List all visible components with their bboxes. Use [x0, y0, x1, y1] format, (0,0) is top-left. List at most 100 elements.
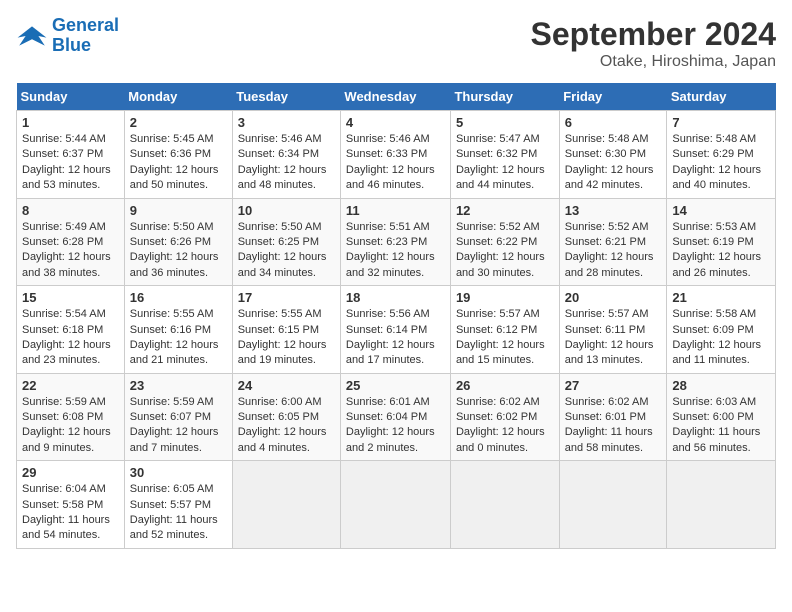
day-info: Sunrise: 5:49 AM Sunset: 6:28 PM Dayligh… — [22, 220, 119, 282]
week-row-4: 22 Sunrise: 5:59 AM Sunset: 6:08 PM Dayli… — [17, 373, 776, 461]
logo-line1: General — [52, 15, 119, 35]
day-number: 27 — [565, 378, 662, 393]
day-number: 22 — [22, 378, 119, 393]
day-cell: 28 Sunrise: 6:03 AM Sunset: 6:00 PM Dayli… — [667, 373, 776, 461]
day-number: 19 — [456, 290, 554, 305]
day-info: Sunrise: 5:52 AM Sunset: 6:22 PM Dayligh… — [456, 220, 554, 282]
day-cell: 8Sunrise: 5:49 AM Sunset: 6:28 PM Daylig… — [17, 198, 125, 286]
day-number: 14 — [672, 203, 770, 218]
day-info: Sunrise: 5:48 AM Sunset: 6:30 PM Dayligh… — [565, 132, 662, 194]
day-cell: 9 Sunrise: 5:50 AM Sunset: 6:26 PM Daylig… — [124, 198, 232, 286]
day-cell: 22 Sunrise: 5:59 AM Sunset: 6:08 PM Dayli… — [17, 373, 125, 461]
day-info: Sunrise: 5:59 AM Sunset: 6:08 PM Dayligh… — [22, 395, 119, 457]
day-info: Sunrise: 5:59 AM Sunset: 6:07 PM Dayligh… — [130, 395, 227, 457]
day-cell: 20 Sunrise: 5:57 AM Sunset: 6:11 PM Dayli… — [559, 286, 667, 374]
day-cell: 2Sunrise: 5:45 AM Sunset: 6:36 PM Daylig… — [124, 111, 232, 199]
day-number: 28 — [672, 378, 770, 393]
weekday-thursday: Thursday — [450, 83, 559, 111]
day-cell: 11Sunrise: 5:51 AM Sunset: 6:23 PM Dayli… — [340, 198, 450, 286]
day-info: Sunrise: 6:01 AM Sunset: 6:04 PM Dayligh… — [346, 395, 445, 457]
day-number: 18 — [346, 290, 445, 305]
day-cell: 10 Sunrise: 5:50 AM Sunset: 6:25 PM Dayli… — [232, 198, 340, 286]
day-cell: 4Sunrise: 5:46 AM Sunset: 6:33 PM Daylig… — [340, 111, 450, 199]
month-title: September 2024 — [531, 16, 776, 53]
day-number: 20 — [565, 290, 662, 305]
logo-line2: Blue — [52, 35, 91, 55]
day-cell: 1 Sunrise: 5:44 AM Sunset: 6:37 PM Daylig… — [17, 111, 125, 199]
day-number: 3 — [238, 115, 335, 130]
day-info: Sunrise: 6:02 AM Sunset: 6:01 PM Dayligh… — [565, 395, 662, 457]
day-cell: 26 Sunrise: 6:02 AM Sunset: 6:02 PM Dayli… — [450, 373, 559, 461]
day-cell: 30 Sunrise: 6:05 AM Sunset: 5:57 PM Dayli… — [124, 461, 232, 549]
day-number: 29 — [22, 465, 119, 480]
day-number: 21 — [672, 290, 770, 305]
day-info: Sunrise: 5:54 AM Sunset: 6:18 PM Dayligh… — [22, 307, 119, 369]
day-cell: 6Sunrise: 5:48 AM Sunset: 6:30 PM Daylig… — [559, 111, 667, 199]
day-cell: 21Sunrise: 5:58 AM Sunset: 6:09 PM Dayli… — [667, 286, 776, 374]
day-cell: 16 Sunrise: 5:55 AM Sunset: 6:16 PM Dayli… — [124, 286, 232, 374]
day-number: 10 — [238, 203, 335, 218]
weekday-tuesday: Tuesday — [232, 83, 340, 111]
weekday-monday: Monday — [124, 83, 232, 111]
logo-text: General Blue — [52, 16, 119, 56]
day-info: Sunrise: 5:53 AM Sunset: 6:19 PM Dayligh… — [672, 220, 770, 282]
day-cell: 29Sunrise: 6:04 AM Sunset: 5:58 PM Dayli… — [17, 461, 125, 549]
day-number: 16 — [130, 290, 227, 305]
day-number: 23 — [130, 378, 227, 393]
day-number: 12 — [456, 203, 554, 218]
day-cell: 24Sunrise: 6:00 AM Sunset: 6:05 PM Dayli… — [232, 373, 340, 461]
day-number: 30 — [130, 465, 227, 480]
weekday-saturday: Saturday — [667, 83, 776, 111]
calendar-header: SundayMondayTuesdayWednesdayThursdayFrid… — [17, 83, 776, 111]
weekday-sunday: Sunday — [17, 83, 125, 111]
week-row-1: 1 Sunrise: 5:44 AM Sunset: 6:37 PM Daylig… — [17, 111, 776, 199]
day-info: Sunrise: 5:56 AM Sunset: 6:14 PM Dayligh… — [346, 307, 445, 369]
day-info: Sunrise: 6:03 AM Sunset: 6:00 PM Dayligh… — [672, 395, 770, 457]
weekday-friday: Friday — [559, 83, 667, 111]
day-cell: 5 Sunrise: 5:47 AM Sunset: 6:32 PM Daylig… — [450, 111, 559, 199]
day-number: 15 — [22, 290, 119, 305]
week-row-3: 15 Sunrise: 5:54 AM Sunset: 6:18 PM Dayli… — [17, 286, 776, 374]
day-cell: 14 Sunrise: 5:53 AM Sunset: 6:19 PM Dayli… — [667, 198, 776, 286]
day-info: Sunrise: 5:57 AM Sunset: 6:11 PM Dayligh… — [565, 307, 662, 369]
day-info: Sunrise: 5:55 AM Sunset: 6:16 PM Dayligh… — [130, 307, 227, 369]
day-cell: 17Sunrise: 5:55 AM Sunset: 6:15 PM Dayli… — [232, 286, 340, 374]
day-cell — [232, 461, 340, 549]
day-info: Sunrise: 5:47 AM Sunset: 6:32 PM Dayligh… — [456, 132, 554, 194]
day-info: Sunrise: 5:57 AM Sunset: 6:12 PM Dayligh… — [456, 307, 554, 369]
day-cell: 3 Sunrise: 5:46 AM Sunset: 6:34 PM Daylig… — [232, 111, 340, 199]
day-cell: 13 Sunrise: 5:52 AM Sunset: 6:21 PM Dayli… — [559, 198, 667, 286]
week-row-2: 8Sunrise: 5:49 AM Sunset: 6:28 PM Daylig… — [17, 198, 776, 286]
logo-bird-icon — [16, 20, 48, 52]
day-number: 24 — [238, 378, 335, 393]
day-info: Sunrise: 5:46 AM Sunset: 6:34 PM Dayligh… — [238, 132, 335, 194]
page-header: General Blue September 2024 Otake, Hiros… — [16, 16, 776, 71]
day-cell: 27 Sunrise: 6:02 AM Sunset: 6:01 PM Dayli… — [559, 373, 667, 461]
day-info: Sunrise: 6:05 AM Sunset: 5:57 PM Dayligh… — [130, 482, 227, 544]
day-cell: 23 Sunrise: 5:59 AM Sunset: 6:07 PM Dayli… — [124, 373, 232, 461]
day-info: Sunrise: 6:02 AM Sunset: 6:02 PM Dayligh… — [456, 395, 554, 457]
day-info: Sunrise: 5:50 AM Sunset: 6:25 PM Dayligh… — [238, 220, 335, 282]
day-number: 11 — [346, 203, 445, 218]
day-cell: 18 Sunrise: 5:56 AM Sunset: 6:14 PM Dayli… — [340, 286, 450, 374]
day-info: Sunrise: 5:55 AM Sunset: 6:15 PM Dayligh… — [238, 307, 335, 369]
logo: General Blue — [16, 16, 119, 56]
day-number: 26 — [456, 378, 554, 393]
calendar-table: SundayMondayTuesdayWednesdayThursdayFrid… — [16, 83, 776, 549]
day-number: 4 — [346, 115, 445, 130]
weekday-wednesday: Wednesday — [340, 83, 450, 111]
day-cell: 12 Sunrise: 5:52 AM Sunset: 6:22 PM Dayli… — [450, 198, 559, 286]
location: Otake, Hiroshima, Japan — [531, 53, 776, 71]
day-cell — [450, 461, 559, 549]
day-number: 1 — [22, 115, 119, 130]
day-info: Sunrise: 5:50 AM Sunset: 6:26 PM Dayligh… — [130, 220, 227, 282]
day-info: Sunrise: 5:52 AM Sunset: 6:21 PM Dayligh… — [565, 220, 662, 282]
day-number: 13 — [565, 203, 662, 218]
calendar-body: 1 Sunrise: 5:44 AM Sunset: 6:37 PM Daylig… — [17, 111, 776, 549]
weekday-header-row: SundayMondayTuesdayWednesdayThursdayFrid… — [17, 83, 776, 111]
day-number: 2 — [130, 115, 227, 130]
day-number: 9 — [130, 203, 227, 218]
day-number: 5 — [456, 115, 554, 130]
day-cell — [559, 461, 667, 549]
day-info: Sunrise: 5:44 AM Sunset: 6:37 PM Dayligh… — [22, 132, 119, 194]
